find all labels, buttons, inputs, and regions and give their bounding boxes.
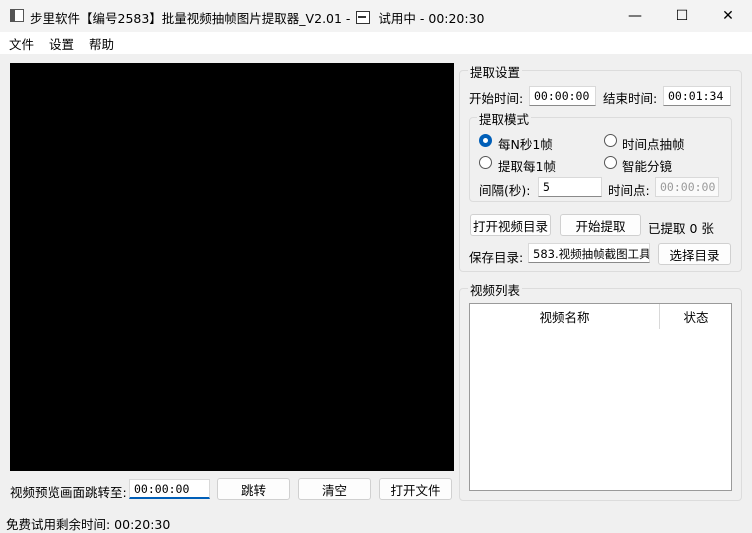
close-button[interactable]: ✕ [705, 0, 751, 32]
start-time-label: 开始时间: [469, 91, 524, 106]
extract-settings-title: 提取设置 [468, 62, 523, 81]
status-bar-text: 免费试用剩余时间: 00:20:30 [6, 517, 171, 532]
menu-help[interactable]: 帮助 [89, 34, 114, 53]
window-title-suffix: 试用中 - 00:20:30 [378, 11, 485, 26]
window-title: 步里软件【编号2583】批量视频抽帧图片提取器_V2.01 - 试用中 - 00… [30, 8, 485, 27]
end-time-input[interactable]: 00:01:34 [663, 86, 731, 106]
mode-every-frame-label[interactable]: 提取每1帧 [498, 156, 556, 175]
choose-dir-button[interactable]: 选择目录 [658, 243, 731, 265]
app-icon [10, 9, 24, 22]
start-extract-button[interactable]: 开始提取 [560, 214, 641, 236]
mode-smart-scene-label[interactable]: 智能分镜 [622, 156, 672, 175]
jump-label: 视频预览画面跳转至: [10, 485, 127, 500]
maximize-button[interactable]: ☐ [659, 0, 705, 32]
window-title-prefix: 步里软件【编号2583】批量视频抽帧图片提取器_V2.01 - [30, 11, 351, 26]
timepoint-label: 时间点: [608, 183, 650, 198]
mode-smart-scene-radio[interactable] [604, 156, 617, 169]
interval-label: 间隔(秒): [479, 183, 531, 198]
mode-every-n-seconds-radio[interactable] [479, 134, 492, 147]
timepoint-input: 00:00:00 [655, 177, 719, 197]
clear-button[interactable]: 清空 [298, 478, 371, 500]
open-video-dir-button[interactable]: 打开视频目录 [470, 214, 551, 236]
extracted-count: 已提取 0 张 [648, 221, 714, 236]
column-status[interactable]: 状态 [661, 304, 731, 329]
mode-timepoint-radio[interactable] [604, 134, 617, 147]
save-dir-input[interactable]: 583.视频抽帧截图工具 [528, 243, 650, 263]
minimize-button[interactable]: — [612, 0, 658, 32]
video-list-title: 视频列表 [468, 280, 523, 299]
menu-settings[interactable]: 设置 [49, 34, 74, 53]
start-time-input[interactable]: 00:00:00 [529, 86, 596, 106]
video-preview[interactable] [10, 63, 454, 471]
column-video-name[interactable]: 视频名称 [470, 304, 660, 329]
mode-timepoint-label[interactable]: 时间点抽帧 [622, 134, 685, 153]
open-file-button[interactable]: 打开文件 [379, 478, 452, 500]
mode-every-n-seconds-label[interactable]: 每N秒1帧 [498, 134, 553, 153]
jump-button[interactable]: 跳转 [217, 478, 290, 500]
extract-mode-title: 提取模式 [477, 109, 532, 128]
trial-badge-icon [356, 11, 371, 24]
end-time-label: 结束时间: [603, 91, 658, 106]
save-dir-label: 保存目录: [469, 250, 524, 265]
interval-input[interactable]: 5 [538, 177, 602, 197]
jump-time-input[interactable]: 00:00:00 [129, 479, 210, 499]
video-list-table[interactable] [469, 303, 732, 491]
mode-every-frame-radio[interactable] [479, 156, 492, 169]
menu-file[interactable]: 文件 [9, 34, 34, 53]
